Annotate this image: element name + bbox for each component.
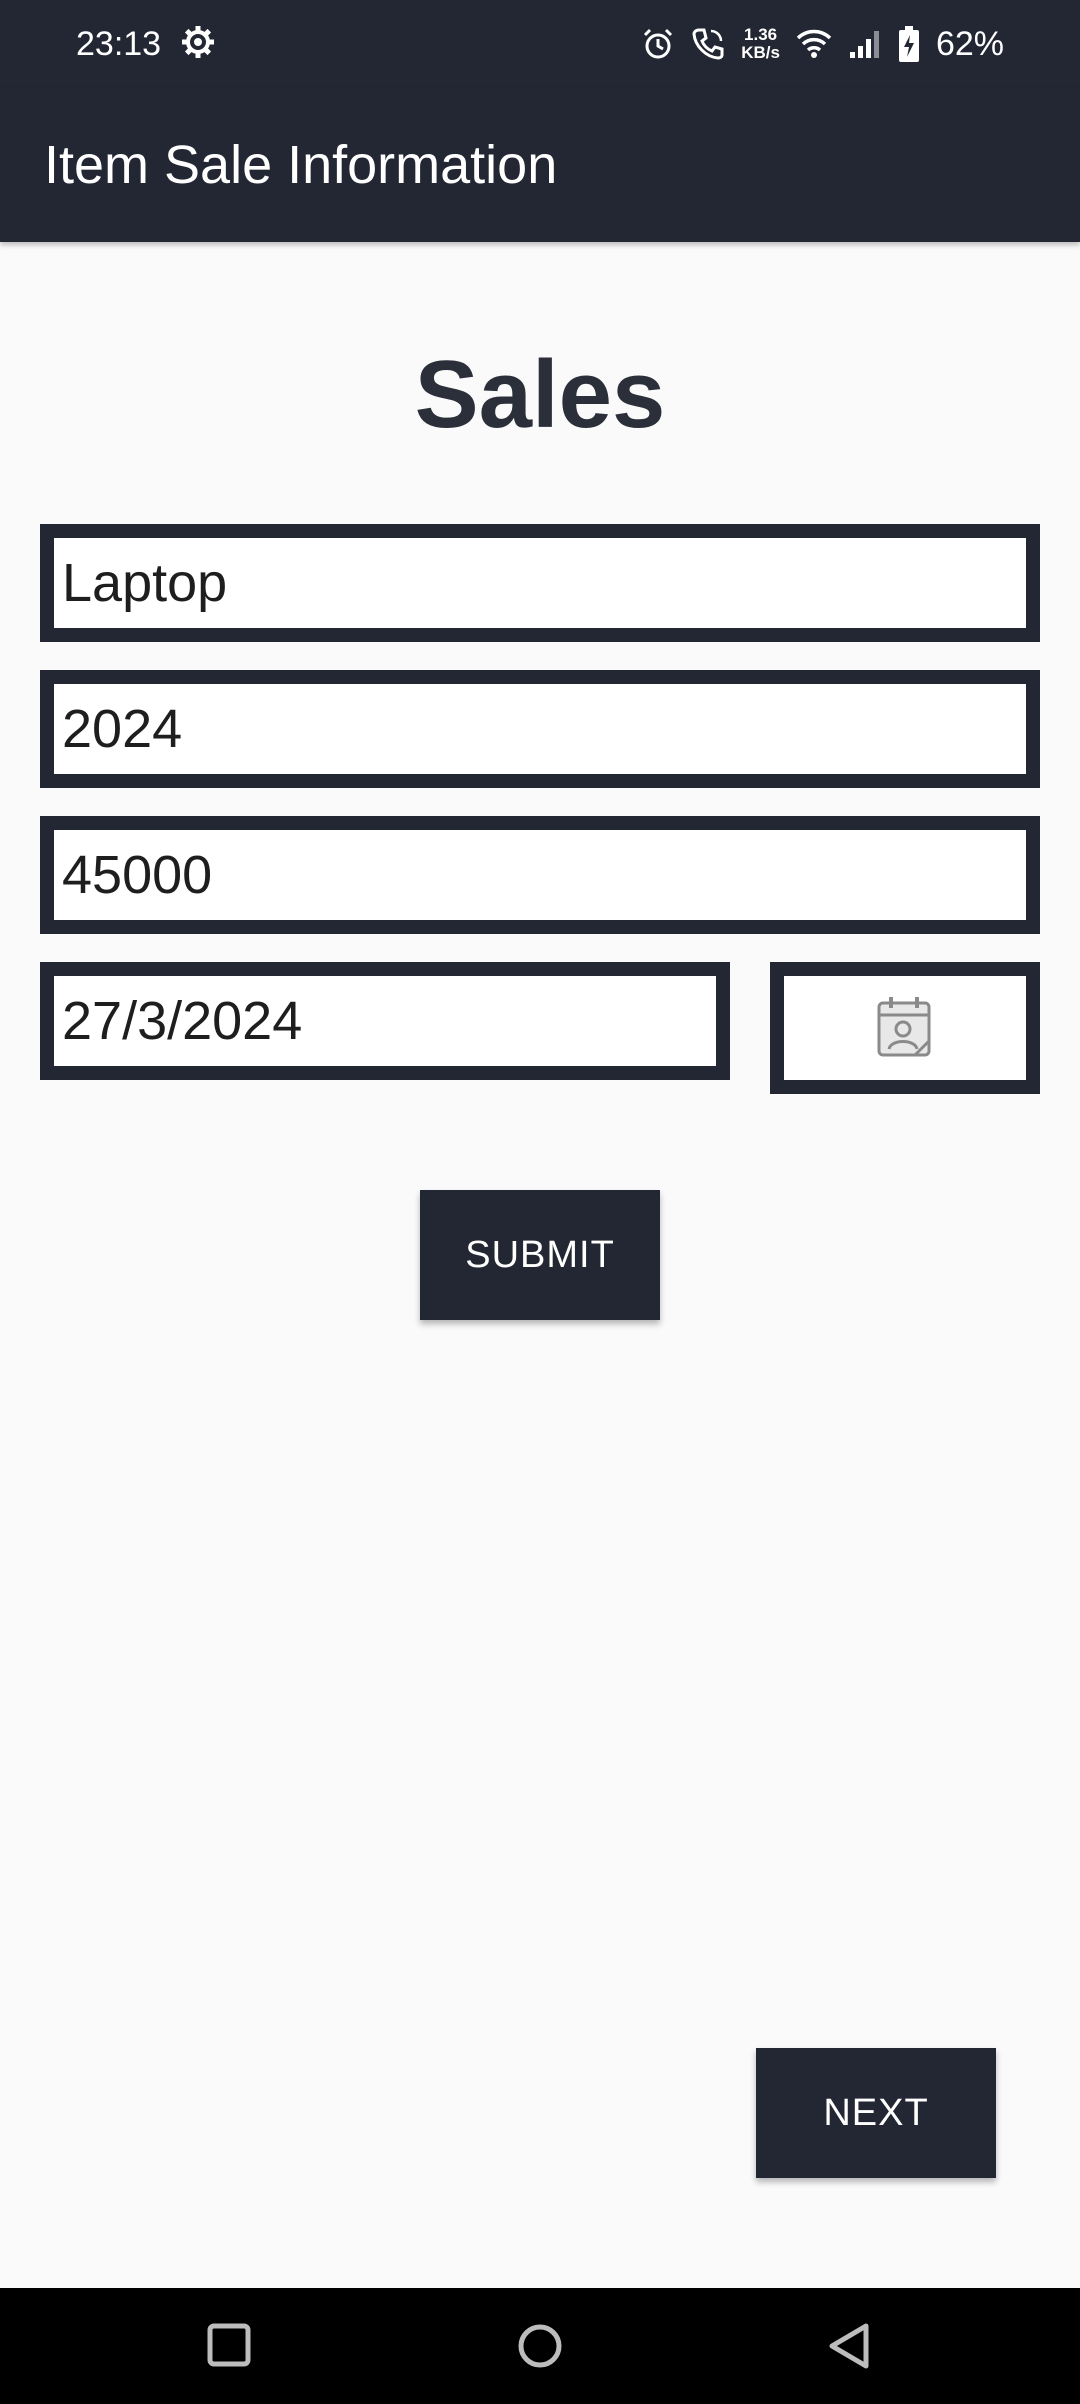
calendar-contact-icon: [875, 993, 935, 1064]
status-icons: 1.36 KB/s 62%: [641, 20, 1004, 68]
calendar-button[interactable]: [770, 962, 1040, 1094]
next-button[interactable]: NEXT: [756, 2048, 996, 2178]
status-time: 23:13: [76, 25, 162, 63]
app-bar: Item Sale Information: [0, 88, 1080, 242]
phone-call-icon: [691, 27, 725, 61]
square-icon[interactable]: [206, 2322, 252, 2373]
alarm-icon: [641, 27, 675, 61]
net-speed-unit: KB/s: [741, 43, 780, 62]
battery-charging-icon: [898, 25, 920, 63]
net-speed-value: 1.36: [744, 25, 778, 44]
wifi-icon: [796, 28, 832, 60]
item-name-field[interactable]: Laptop: [40, 524, 1040, 642]
battery-percentage: 62%: [935, 25, 1004, 63]
date-field[interactable]: 27/3/2024: [40, 962, 730, 1080]
status-bar: 23:13 1.36 KB/s 62%: [0, 0, 1080, 88]
circle-icon[interactable]: [516, 2322, 564, 2375]
app-title: Item Sale Information: [44, 135, 558, 195]
navigation-bar: [0, 2288, 1080, 2404]
submit-button[interactable]: SUBMIT: [420, 1190, 660, 1320]
year-field[interactable]: 2024: [40, 670, 1040, 788]
amount-field[interactable]: 45000: [40, 816, 1040, 934]
triangle-back-icon[interactable]: [826, 2322, 872, 2375]
gear-icon: [180, 24, 216, 60]
signal-icon: [848, 28, 882, 60]
page-title: Sales: [414, 341, 666, 448]
network-speed: 1.36 KB/s: [741, 26, 780, 62]
